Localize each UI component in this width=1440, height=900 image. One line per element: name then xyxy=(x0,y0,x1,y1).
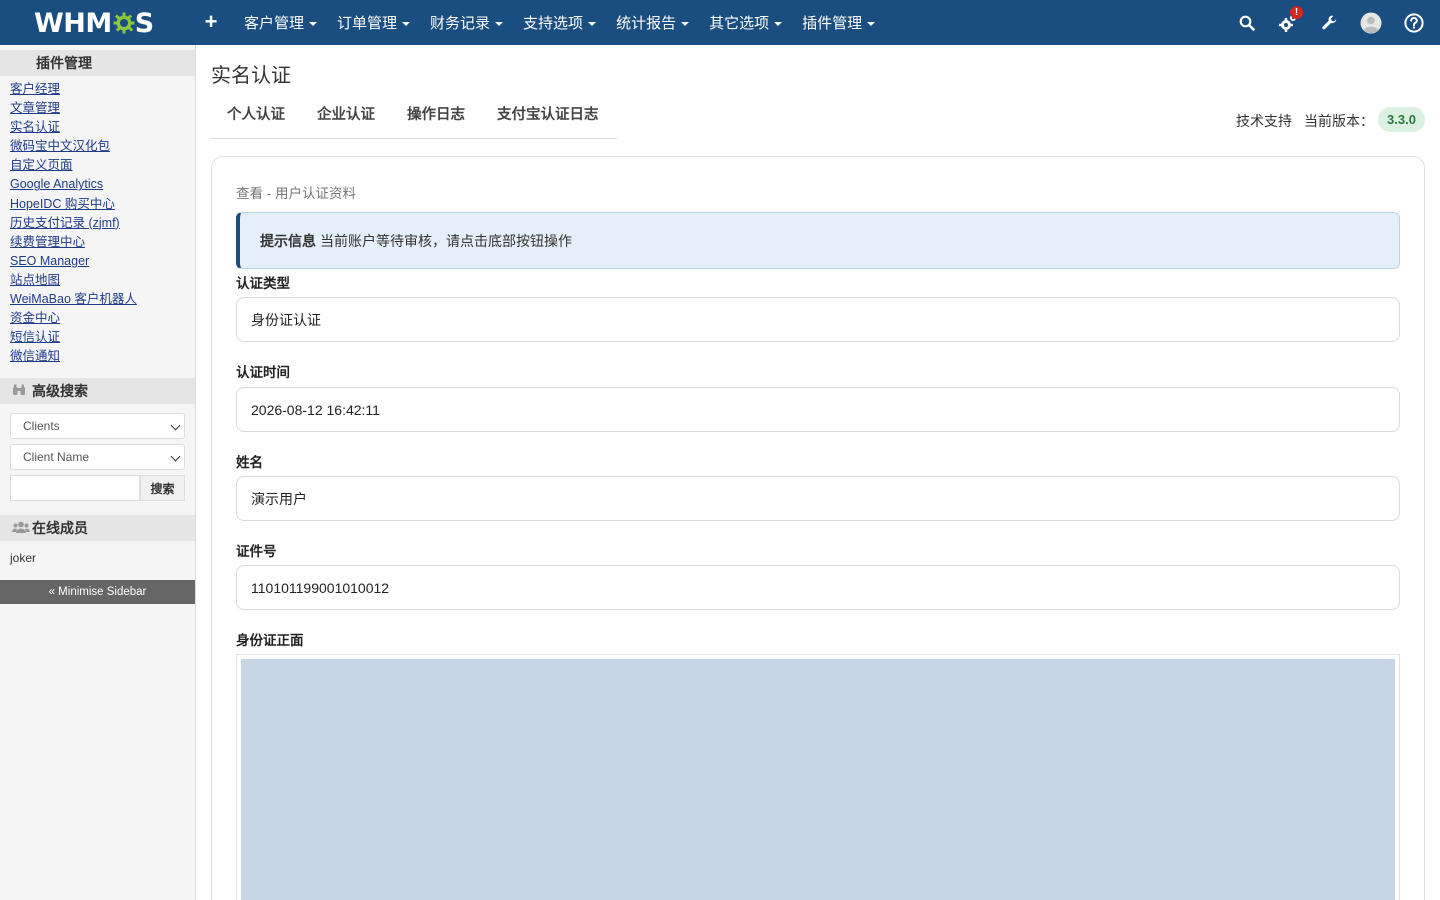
alert-title: 提示信息 xyxy=(260,232,316,249)
addons-header: 插件管理 xyxy=(0,50,195,76)
gear-icon[interactable]: ! xyxy=(1276,0,1303,45)
search-type-value: Clients xyxy=(23,419,60,433)
page-title: 实名认证 xyxy=(211,65,291,87)
name-field[interactable]: 演示用户 xyxy=(236,476,1400,521)
sidebar-item-addon[interactable]: 文章管理 xyxy=(10,99,137,118)
caret-down-icon xyxy=(774,21,783,26)
field-label-id-number: 证件号 xyxy=(236,544,277,559)
sidebar-item-addon[interactable]: WeiMaBao 客户机器人 xyxy=(10,290,137,309)
sidebar-item-addon[interactable]: 续费管理中心 xyxy=(10,233,137,252)
search-type-select[interactable]: Clients xyxy=(10,413,185,439)
menu-support[interactable]: 支持选项 xyxy=(513,0,606,45)
help-icon[interactable] xyxy=(1402,0,1426,45)
search-input[interactable] xyxy=(10,475,140,501)
sidebar-item-addon[interactable]: SEO Manager xyxy=(10,252,137,271)
field-label-auth-type: 认证类型 xyxy=(236,276,290,291)
advanced-search-header: 高级搜索 xyxy=(0,378,195,404)
caret-down-icon xyxy=(495,21,504,26)
tab-operation-log[interactable]: 操作日志 xyxy=(391,96,481,131)
sidebar-item-addon[interactable]: HopeIDC 购买中心 xyxy=(10,195,137,214)
alert-text: 当前账户等待审核，请点击底部按钮操作 xyxy=(320,232,572,249)
menu-label: 插件管理 xyxy=(802,15,863,32)
tab-alipay-log[interactable]: 支付宝认证日志 xyxy=(481,96,615,131)
search-button[interactable]: 搜索 xyxy=(140,475,185,501)
advanced-search-title: 高级搜索 xyxy=(32,383,88,399)
menu-reports[interactable]: 统计报告 xyxy=(606,0,699,45)
sidebar-item-addon[interactable]: Google Analytics xyxy=(10,175,137,194)
id-front-image[interactable] xyxy=(241,659,1395,900)
auth-time-field[interactable]: 2026-08-12 16:42:11 xyxy=(236,387,1400,432)
version-badge: 3.3.0 xyxy=(1378,107,1425,132)
users-icon xyxy=(12,521,32,536)
menu-billing[interactable]: 财务记录 xyxy=(420,0,513,45)
card-subtitle: 查看 - 用户认证资料 xyxy=(236,186,356,201)
caret-down-icon xyxy=(588,21,597,26)
sidebar-item-addon[interactable]: 自定义页面 xyxy=(10,156,137,175)
detail-card: 查看 - 用户认证资料 提示信息 当前账户等待审核，请点击底部按钮操作 认证类型… xyxy=(211,156,1425,900)
tab-enterprise[interactable]: 企业认证 xyxy=(301,96,391,131)
online-user[interactable]: joker xyxy=(10,551,36,565)
support-link[interactable]: 技术支持 xyxy=(1236,111,1292,131)
addons-title: 插件管理 xyxy=(36,55,92,71)
menu-orders[interactable]: 订单管理 xyxy=(327,0,420,45)
menu-label: 订单管理 xyxy=(337,15,398,32)
sidebar-item-addon[interactable]: 短信认证 xyxy=(10,328,137,347)
top-navbar: WHM S + 客户管理 订单管理 财务记录 支持选项 统计报告 其它选项 插件… xyxy=(0,0,1440,45)
plus-icon[interactable]: + xyxy=(201,10,221,34)
logo-text-left: WHM xyxy=(34,7,112,39)
caret-down-icon xyxy=(867,21,876,26)
sidebar: 插件管理 客户经理 文章管理 实名认证 微码宝中文汉化包 自定义页面 Googl… xyxy=(0,45,196,900)
alert-badge: ! xyxy=(1290,6,1303,19)
id-front-image-frame xyxy=(236,654,1400,900)
search-field-select[interactable]: Client Name xyxy=(10,444,185,470)
menu-label: 其它选项 xyxy=(709,15,770,32)
search-icon[interactable] xyxy=(1236,0,1258,45)
wrench-icon[interactable] xyxy=(1318,0,1340,45)
auth-type-field[interactable]: 身份证认证 xyxy=(236,297,1400,342)
sidebar-item-addon[interactable]: 微码宝中文汉化包 xyxy=(10,137,137,156)
chevron-down-icon xyxy=(170,451,181,462)
sidebar-item-addon[interactable]: 客户经理 xyxy=(10,80,137,99)
caret-down-icon xyxy=(309,21,318,26)
online-staff-header: 在线成员 xyxy=(0,515,195,541)
caret-down-icon xyxy=(681,21,690,26)
minimise-sidebar-button[interactable]: « Minimise Sidebar xyxy=(0,580,195,604)
sidebar-item-addon[interactable]: 站点地图 xyxy=(10,271,137,290)
menu-label: 统计报告 xyxy=(616,15,677,32)
tab-bar: 个人认证 企业认证 操作日志 支付宝认证日志 xyxy=(211,96,617,139)
whmcs-logo[interactable]: WHM S xyxy=(34,6,154,40)
main-menu: 客户管理 订单管理 财务记录 支持选项 统计报告 其它选项 插件管理 xyxy=(234,0,885,45)
sidebar-item-addon[interactable]: 实名认证 xyxy=(10,118,137,137)
sidebar-item-addon[interactable]: 资金中心 xyxy=(10,309,137,328)
version-label: 当前版本： xyxy=(1304,113,1374,129)
binoculars-icon xyxy=(12,384,32,399)
avatar-icon[interactable] xyxy=(1359,0,1383,45)
sidebar-item-addon[interactable]: 微信通知 xyxy=(10,347,137,366)
logo-gear-icon xyxy=(113,12,135,34)
tab-personal[interactable]: 个人认证 xyxy=(211,96,301,131)
menu-label: 支持选项 xyxy=(523,15,584,32)
logo-text-right: S xyxy=(134,7,154,39)
menu-label: 客户管理 xyxy=(244,15,305,32)
field-label-name: 姓名 xyxy=(236,455,263,470)
caret-down-icon xyxy=(402,21,411,26)
field-label-id-front: 身份证正面 xyxy=(236,633,304,648)
search-field-value: Client Name xyxy=(23,450,90,464)
chevron-down-icon xyxy=(170,420,181,431)
menu-clients[interactable]: 客户管理 xyxy=(234,0,327,45)
addon-links: 客户经理 文章管理 实名认证 微码宝中文汉化包 自定义页面 Google Ana… xyxy=(10,80,137,366)
info-alert: 提示信息 当前账户等待审核，请点击底部按钮操作 xyxy=(236,212,1400,269)
menu-addons[interactable]: 插件管理 xyxy=(792,0,885,45)
menu-label: 财务记录 xyxy=(430,15,491,32)
id-number-field[interactable]: 110101199001010012 xyxy=(236,565,1400,610)
sidebar-item-addon[interactable]: 历史支付记录 (zjmf) xyxy=(10,214,137,233)
menu-utilities[interactable]: 其它选项 xyxy=(699,0,792,45)
field-label-auth-time: 认证时间 xyxy=(236,365,290,380)
online-staff-title: 在线成员 xyxy=(32,520,88,536)
